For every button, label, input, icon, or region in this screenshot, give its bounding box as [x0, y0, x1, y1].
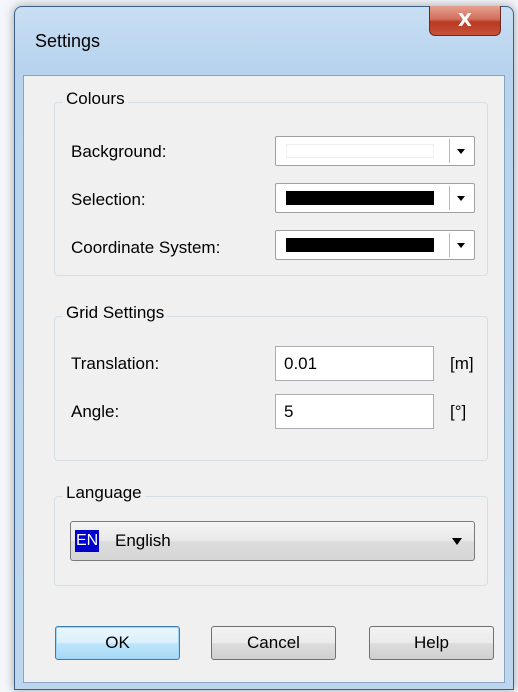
background-colour-picker[interactable]	[275, 136, 475, 166]
coordinate-system-label: Coordinate System:	[71, 238, 221, 257]
colours-legend: Colours	[63, 89, 128, 109]
translation-label: Translation:	[71, 354, 160, 373]
angle-unit: [°]	[450, 402, 467, 421]
flag-en-icon: EN	[75, 530, 100, 552]
selection-colour-picker[interactable]	[275, 183, 475, 213]
dialog-title: Settings	[35, 31, 101, 51]
cancel-button[interactable]: Cancel	[211, 626, 336, 660]
chevron-down-icon[interactable]	[449, 186, 472, 210]
translation-input[interactable]	[275, 346, 434, 381]
coordinate-system-swatch	[286, 238, 434, 252]
chevron-down-icon[interactable]	[449, 233, 472, 257]
translation-unit: [m]	[450, 354, 474, 373]
grid-settings-legend: Grid Settings	[63, 303, 168, 323]
angle-label: Angle:	[71, 402, 120, 421]
close-button[interactable]: X	[429, 6, 501, 36]
coordinate-system-colour-picker[interactable]	[275, 230, 475, 260]
background-label: Background:	[71, 142, 167, 161]
chevron-down-icon[interactable]	[449, 139, 472, 163]
ok-button[interactable]: OK	[55, 626, 180, 660]
language-select[interactable]: EN English	[70, 521, 475, 561]
chevron-down-icon[interactable]	[452, 538, 462, 545]
grid-settings-group: Grid Settings	[54, 303, 488, 461]
selection-swatch	[286, 191, 434, 205]
language-legend: Language	[63, 483, 145, 503]
angle-input[interactable]	[275, 394, 434, 429]
language-selected-value: English	[115, 531, 171, 550]
dialog-body: Colours Background: Selection: Coordinat…	[23, 75, 505, 683]
selection-label: Selection:	[71, 190, 146, 209]
close-icon: X	[458, 10, 472, 31]
help-button[interactable]: Help	[369, 626, 494, 660]
background-swatch	[286, 144, 434, 158]
settings-dialog: Settings X Colours Background: Selection…	[14, 6, 514, 690]
